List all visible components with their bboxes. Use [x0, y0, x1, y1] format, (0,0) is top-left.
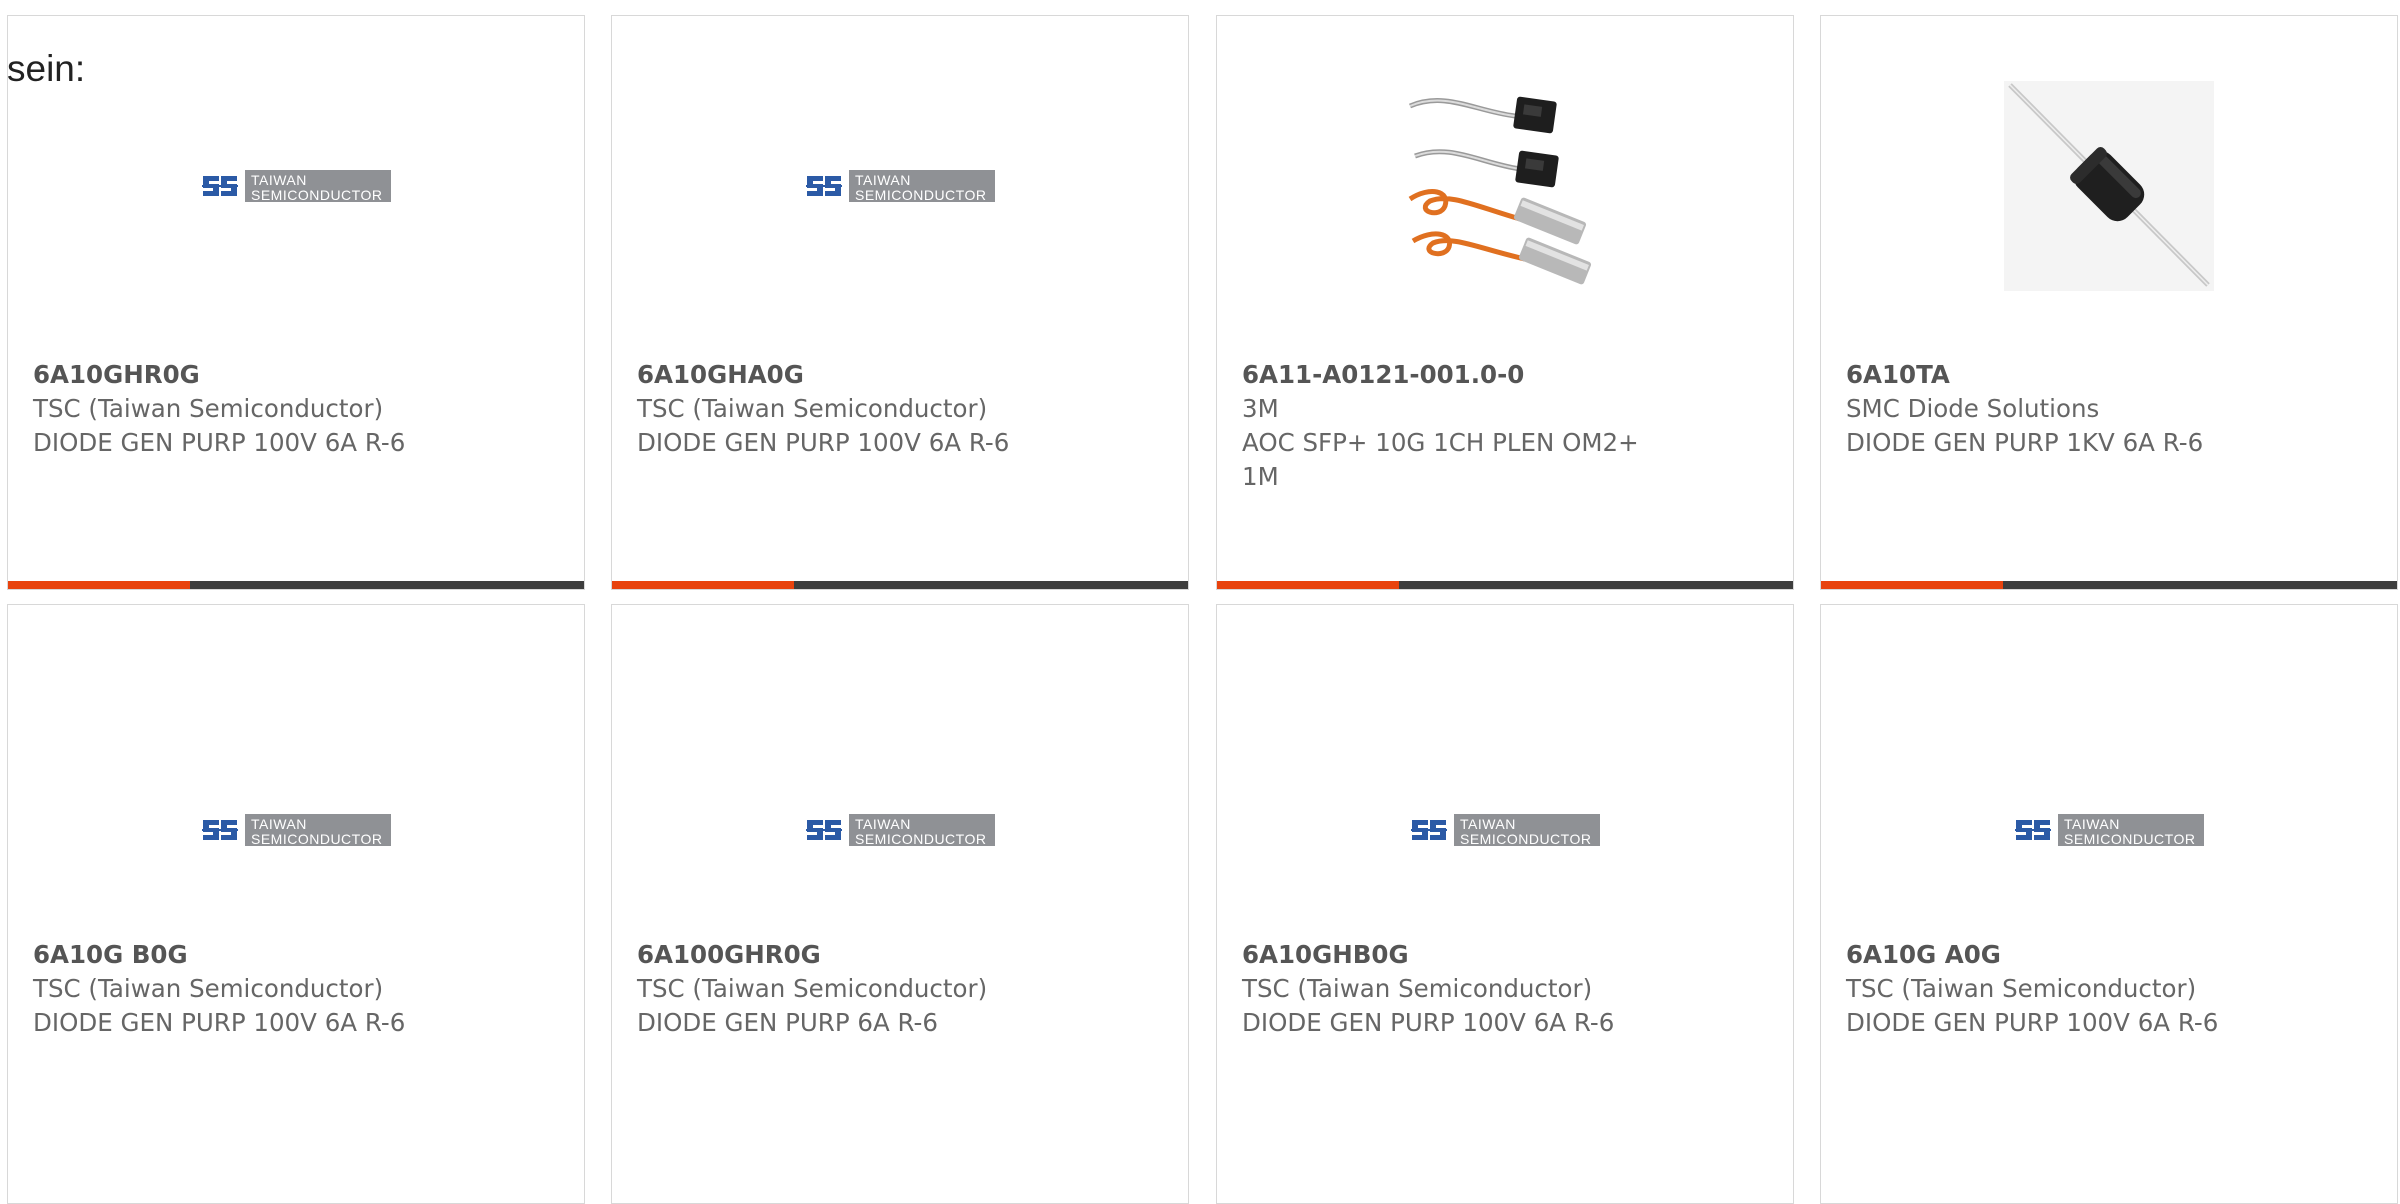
- product-card[interactable]: 6A11-A0121-001.0-0 3M AOC SFP+ 10G 1CH P…: [1216, 15, 1794, 590]
- product-info: 6A10GHR0G TSC (Taiwan Semiconductor) DIO…: [33, 358, 473, 460]
- tsc-logo-icon: [806, 176, 842, 196]
- part-number[interactable]: 6A10GHR0G: [33, 358, 473, 392]
- card-footer-bar: [612, 581, 1188, 589]
- product-card[interactable]: TAIWAN SEMICONDUCTOR 6A10G B0G TSC (Taiw…: [7, 604, 585, 1204]
- product-card[interactable]: TAIWAN SEMICONDUCTOR 6A10GHR0G TSC (Taiw…: [7, 15, 585, 590]
- part-number[interactable]: 6A10G A0G: [1846, 938, 2286, 972]
- tsc-logo-icon: [806, 820, 842, 840]
- product-info: 6A100GHR0G TSC (Taiwan Semiconductor) DI…: [637, 938, 1077, 1040]
- tsc-logo-icon: [202, 820, 238, 840]
- tsc-logo: TAIWAN SEMICONDUCTOR: [805, 170, 995, 203]
- product-description: DIODE GEN PURP 6A R-6: [637, 1008, 938, 1037]
- product-description: DIODE GEN PURP 100V 6A R-6: [1242, 1008, 1615, 1037]
- product-info: 6A10GHA0G TSC (Taiwan Semiconductor) DIO…: [637, 358, 1077, 460]
- card-footer-bar: [1217, 581, 1793, 589]
- product-description: DIODE GEN PURP 100V 6A R-6: [33, 1008, 406, 1037]
- product-image[interactable]: TAIWAN SEMICONDUCTOR: [8, 71, 584, 301]
- card-accent: [1821, 581, 2003, 589]
- tsc-logo-text: TAIWAN SEMICONDUCTOR: [1454, 814, 1600, 847]
- diode-photo: [2004, 81, 2214, 291]
- tsc-logo: TAIWAN SEMICONDUCTOR: [805, 814, 995, 847]
- product-info: 6A10GHB0G TSC (Taiwan Semiconductor) DIO…: [1242, 938, 1682, 1040]
- product-description: DIODE GEN PURP 100V 6A R-6: [1846, 1008, 2219, 1037]
- product-description: DIODE GEN PURP 100V 6A R-6: [637, 428, 1010, 457]
- manufacturer: TSC (Taiwan Semiconductor): [637, 974, 988, 1003]
- product-image[interactable]: [1821, 71, 2397, 301]
- manufacturer: 3M: [1242, 394, 1279, 423]
- intro-text: sein:: [7, 48, 86, 89]
- part-number[interactable]: 6A10TA: [1846, 358, 2286, 392]
- tsc-logo-icon: [202, 176, 238, 196]
- product-card[interactable]: 6A10TA SMC Diode Solutions DIODE GEN PUR…: [1820, 15, 2398, 590]
- part-number[interactable]: 6A10GHA0G: [637, 358, 1077, 392]
- product-info: 6A10TA SMC Diode Solutions DIODE GEN PUR…: [1846, 358, 2286, 460]
- product-description: AOC SFP+ 10G 1CH PLEN OM2+ 1M: [1242, 428, 1639, 491]
- card-footer-bar: [8, 581, 584, 589]
- card-accent: [612, 581, 794, 589]
- tsc-logo-text: TAIWAN SEMICONDUCTOR: [849, 814, 995, 847]
- card-accent: [1217, 581, 1399, 589]
- manufacturer: TSC (Taiwan Semiconductor): [1846, 974, 2197, 1003]
- product-info: 6A11-A0121-001.0-0 3M AOC SFP+ 10G 1CH P…: [1242, 358, 1682, 494]
- product-grid: TAIWAN SEMICONDUCTOR 6A10GHR0G TSC (Taiw…: [7, 15, 2400, 1204]
- product-card[interactable]: TAIWAN SEMICONDUCTOR 6A100GHR0G TSC (Tai…: [611, 604, 1189, 1204]
- part-number[interactable]: 6A10G B0G: [33, 938, 473, 972]
- product-image[interactable]: TAIWAN SEMICONDUCTOR: [612, 71, 1188, 301]
- tsc-logo-text: TAIWAN SEMICONDUCTOR: [245, 814, 391, 847]
- product-image[interactable]: [1217, 71, 1793, 301]
- manufacturer: TSC (Taiwan Semiconductor): [33, 974, 384, 1003]
- tsc-logo: TAIWAN SEMICONDUCTOR: [1410, 814, 1600, 847]
- tsc-logo-icon: [2015, 820, 2051, 840]
- cable-photo: [1408, 96, 1592, 285]
- product-card[interactable]: TAIWAN SEMICONDUCTOR 6A10GHB0G TSC (Taiw…: [1216, 604, 1794, 1204]
- card-accent: [8, 581, 190, 589]
- manufacturer: SMC Diode Solutions: [1846, 394, 2100, 423]
- product-card[interactable]: TAIWAN SEMICONDUCTOR 6A10G A0G TSC (Taiw…: [1820, 604, 2398, 1204]
- product-description: DIODE GEN PURP 1KV 6A R-6: [1846, 428, 2204, 457]
- tsc-logo: TAIWAN SEMICONDUCTOR: [201, 814, 391, 847]
- product-image[interactable]: TAIWAN SEMICONDUCTOR: [8, 715, 584, 945]
- tsc-logo-text: TAIWAN SEMICONDUCTOR: [2058, 814, 2204, 847]
- part-number[interactable]: 6A11-A0121-001.0-0: [1242, 358, 1682, 392]
- product-card[interactable]: TAIWAN SEMICONDUCTOR 6A10GHA0G TSC (Taiw…: [611, 15, 1189, 590]
- tsc-logo: TAIWAN SEMICONDUCTOR: [2014, 814, 2204, 847]
- product-image[interactable]: TAIWAN SEMICONDUCTOR: [1821, 715, 2397, 945]
- tsc-logo-icon: [1411, 820, 1447, 840]
- part-number[interactable]: 6A10GHB0G: [1242, 938, 1682, 972]
- product-image[interactable]: TAIWAN SEMICONDUCTOR: [1217, 715, 1793, 945]
- manufacturer: TSC (Taiwan Semiconductor): [1242, 974, 1593, 1003]
- product-image[interactable]: TAIWAN SEMICONDUCTOR: [612, 715, 1188, 945]
- tsc-logo: TAIWAN SEMICONDUCTOR: [201, 170, 391, 203]
- product-description: DIODE GEN PURP 100V 6A R-6: [33, 428, 406, 457]
- manufacturer: TSC (Taiwan Semiconductor): [33, 394, 384, 423]
- card-footer-bar: [1821, 581, 2397, 589]
- product-info: 6A10G A0G TSC (Taiwan Semiconductor) DIO…: [1846, 938, 2286, 1040]
- part-number[interactable]: 6A100GHR0G: [637, 938, 1077, 972]
- manufacturer: TSC (Taiwan Semiconductor): [637, 394, 988, 423]
- product-info: 6A10G B0G TSC (Taiwan Semiconductor) DIO…: [33, 938, 473, 1040]
- tsc-logo-text: TAIWAN SEMICONDUCTOR: [245, 170, 391, 203]
- tsc-logo-text: TAIWAN SEMICONDUCTOR: [849, 170, 995, 203]
